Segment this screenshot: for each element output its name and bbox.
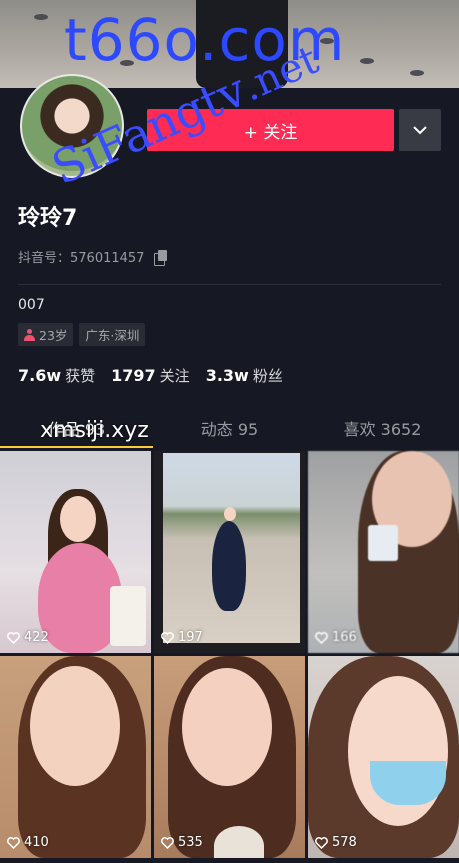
person-icon <box>24 328 35 341</box>
douyin-id-text: 抖音号：576011457 <box>18 251 145 266</box>
cover-bird <box>410 70 424 76</box>
video-thumbnail[interactable]: 535 <box>154 656 305 858</box>
video-likes: 410 <box>7 835 49 850</box>
video-likes-count: 410 <box>24 835 49 850</box>
divider <box>18 284 441 285</box>
tags: 23岁 广东·深圳 <box>18 323 146 346</box>
video-grid: 422 197 166 410 535 578 <box>0 451 459 858</box>
thumb-card <box>368 525 398 561</box>
tab-likes[interactable]: 喜欢 3652 <box>306 403 459 448</box>
video-likes-count: 197 <box>178 630 203 645</box>
video-likes: 535 <box>161 835 203 850</box>
video-likes-count: 578 <box>332 835 357 850</box>
video-likes-count: 422 <box>24 630 49 645</box>
video-thumbnail[interactable]: 197 <box>154 451 305 653</box>
video-thumbnail[interactable]: 578 <box>308 656 459 858</box>
thumb-face <box>182 668 272 786</box>
stat-following-value: 1797 <box>111 366 156 385</box>
video-thumbnail[interactable]: 410 <box>0 656 151 858</box>
stat-following[interactable]: 1797 关注 <box>111 365 190 386</box>
cover-bird <box>34 14 48 20</box>
thumb-figure <box>212 521 246 611</box>
cover-bird <box>360 58 374 64</box>
heart-icon <box>7 631 20 644</box>
stat-likes-label: 获赞 <box>65 367 96 385</box>
thumb-face <box>224 507 236 521</box>
heart-icon <box>315 631 328 644</box>
stat-fans[interactable]: 3.3w 粉丝 <box>206 365 283 386</box>
video-thumbnail[interactable]: 422 <box>0 451 151 653</box>
video-likes: 578 <box>315 835 357 850</box>
douyin-id: 抖音号：576011457 <box>18 247 168 266</box>
stat-following-label: 关注 <box>159 367 190 385</box>
location-tag: 广东·深圳 <box>79 323 146 346</box>
thumb-mask <box>370 761 446 805</box>
thumb-cup <box>214 826 264 858</box>
chevron-down-icon <box>413 125 427 134</box>
copy-icon[interactable] <box>154 249 168 266</box>
more-button[interactable] <box>399 109 441 151</box>
tab-dynamic[interactable]: 动态 95 <box>153 403 306 448</box>
age-tag-label: 23岁 <box>39 328 68 343</box>
video-thumbnail[interactable]: 166 <box>308 451 459 653</box>
stat-likes[interactable]: 7.6w 获赞 <box>18 365 95 386</box>
heart-icon <box>315 836 328 849</box>
heart-icon <box>7 836 20 849</box>
video-likes-count: 535 <box>178 835 203 850</box>
thumb-cup <box>110 586 146 646</box>
stats: 7.6w 获赞 1797 关注 3.3w 粉丝 <box>18 365 283 386</box>
thumb-face <box>30 666 120 786</box>
video-likes: 197 <box>161 630 203 645</box>
profile-name: 玲玲7 <box>18 206 78 231</box>
stat-fans-label: 粉丝 <box>252 367 283 385</box>
stat-likes-value: 7.6w <box>18 366 62 385</box>
video-likes-count: 166 <box>332 630 357 645</box>
bio: 007 <box>18 297 45 313</box>
age-tag: 23岁 <box>18 323 74 346</box>
stat-fans-value: 3.3w <box>205 366 249 385</box>
heart-icon <box>161 836 174 849</box>
location-tag-label: 广东·深圳 <box>85 328 140 343</box>
video-likes: 166 <box>315 630 357 645</box>
watermark-grid: xmsiji.xyz <box>40 418 149 443</box>
video-likes: 422 <box>7 630 49 645</box>
thumb-face <box>60 496 96 542</box>
heart-icon <box>161 631 174 644</box>
